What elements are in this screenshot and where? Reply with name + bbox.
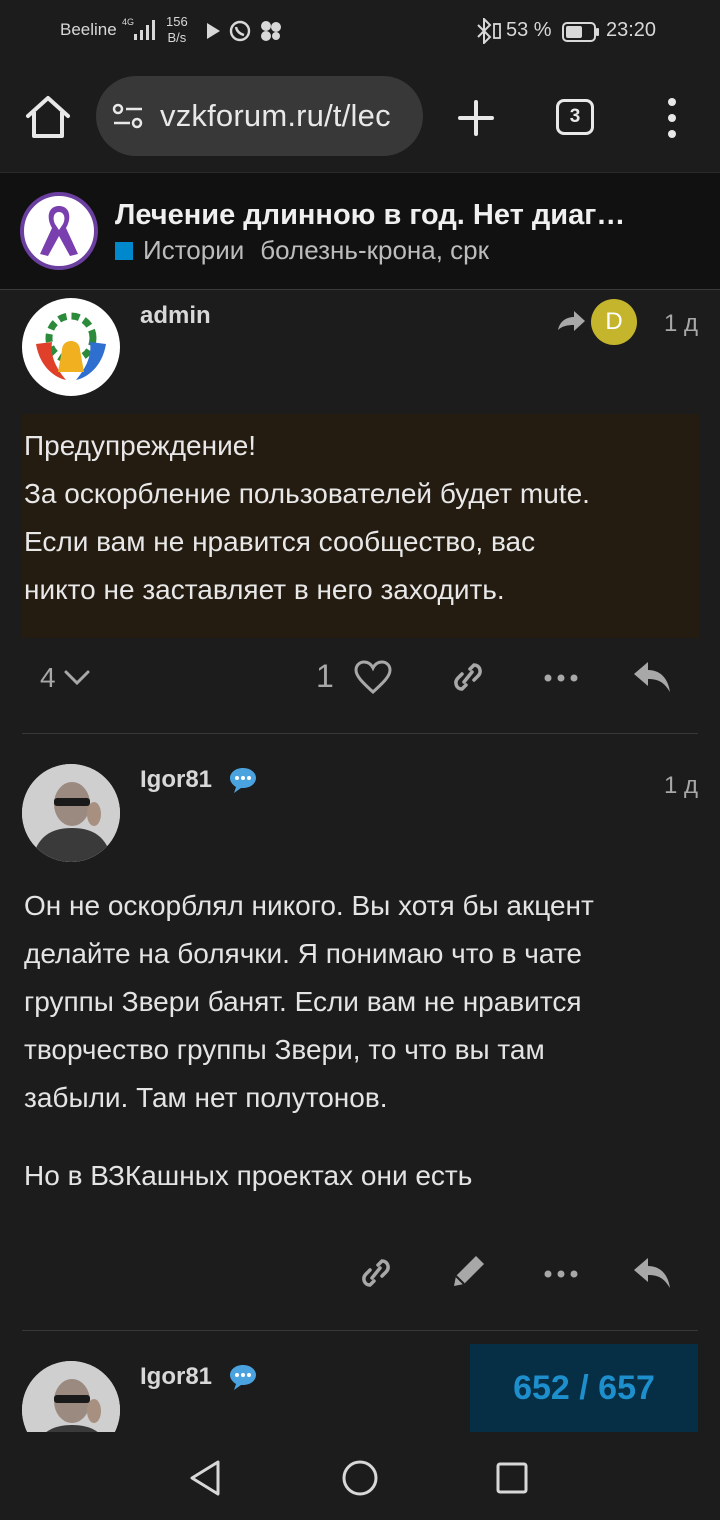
recents-square-icon[interactable] bbox=[492, 1458, 532, 1498]
post-igor81: Igor81 1 д Он не оскорблял никого. Вы хо… bbox=[0, 734, 720, 1330]
carrier-name: Beeline bbox=[60, 20, 117, 39]
avatar[interactable] bbox=[22, 764, 120, 862]
battery-percent: 53 % bbox=[506, 19, 552, 41]
reply-to-avatar[interactable]: D bbox=[591, 299, 637, 345]
clock: 23:20 bbox=[606, 19, 657, 41]
more-actions-icon[interactable] bbox=[544, 674, 578, 682]
chevron-down-icon bbox=[64, 670, 90, 686]
speed-value: 156 bbox=[166, 14, 188, 29]
system-nav-bar bbox=[0, 1432, 720, 1520]
post-text-line: За оскорбление пользователей будет mute. bbox=[24, 478, 590, 509]
post-username[interactable]: Igor81 bbox=[140, 1363, 212, 1391]
chat-bubble-icon[interactable] bbox=[228, 766, 258, 794]
post-text-line: Если вам не нравится сообщество, вас bbox=[24, 526, 536, 557]
awareness-ribbon-icon bbox=[40, 206, 78, 256]
user-photo-icon bbox=[22, 764, 120, 862]
post-text-line: забыли. Там нет полутонов. bbox=[24, 1082, 388, 1113]
site-settings-icon[interactable] bbox=[112, 102, 144, 130]
battery-icon bbox=[562, 22, 599, 42]
chat-bubble-icon[interactable] bbox=[228, 1363, 258, 1391]
post-text-line: делайте на болячки. Я понимаю что в чате bbox=[24, 938, 582, 969]
more-actions-icon[interactable] bbox=[544, 1270, 578, 1278]
avatar[interactable] bbox=[22, 298, 120, 396]
address-bar[interactable]: vzkforum.ru/t/lec bbox=[96, 76, 423, 156]
topic-header: Лечение длинною в год. Нет диаг… Истории… bbox=[0, 172, 720, 290]
network-type: 4G bbox=[122, 17, 135, 27]
status-bar: Beeline 4G 156 B/s 53 % 23:20 bbox=[0, 0, 720, 62]
like-button[interactable]: 1 bbox=[316, 658, 392, 695]
post-text-line: Он не оскорблял никого. Вы хотя бы акцен… bbox=[24, 890, 594, 921]
new-tab-icon[interactable] bbox=[456, 98, 496, 138]
post-admin: admin D 1 д Предупреждение! За оскорблен… bbox=[0, 290, 720, 730]
topic-tags[interactable]: болезнь-крона, срк bbox=[260, 235, 489, 266]
forum-logo[interactable] bbox=[20, 192, 98, 270]
warning-box: Предупреждение! За оскорбление пользоват… bbox=[22, 414, 699, 638]
like-count: 1 bbox=[316, 658, 334, 694]
post-text-line: творчество группы Звери, то что вы там bbox=[24, 1034, 545, 1065]
post-text-line: Предупреждение! bbox=[24, 430, 257, 461]
post-text-paragraph: Но в ВЗКашных проектах они есть bbox=[24, 1160, 473, 1191]
topic-title[interactable]: Лечение длинною в год. Нет диаг… bbox=[115, 199, 625, 232]
link-icon[interactable] bbox=[358, 1258, 394, 1288]
post-username[interactable]: Igor81 bbox=[140, 766, 212, 794]
category-color-badge bbox=[115, 241, 133, 260]
play-icon bbox=[207, 23, 220, 39]
heart-icon bbox=[354, 659, 392, 694]
post-text-line: никто не заставляет в него заходить. bbox=[24, 574, 505, 605]
post-actions bbox=[0, 1244, 720, 1304]
whatsapp-icon bbox=[229, 20, 251, 42]
signal-icon bbox=[134, 20, 155, 40]
edit-pencil-icon[interactable] bbox=[450, 1252, 488, 1290]
replies-count: 4 bbox=[40, 662, 56, 693]
reply-icon[interactable] bbox=[632, 660, 672, 694]
network-speed: 156 B/s bbox=[166, 14, 188, 46]
reply-icon[interactable] bbox=[632, 1256, 672, 1290]
app-icon bbox=[261, 21, 281, 41]
user-photo-icon bbox=[22, 1361, 120, 1432]
avatar[interactable] bbox=[22, 1361, 120, 1432]
bluetooth-icon bbox=[477, 18, 501, 44]
reply-to-icon[interactable] bbox=[556, 310, 586, 334]
topic-progress-button[interactable]: 652 / 657 bbox=[470, 1344, 698, 1432]
category-link[interactable]: Истории bbox=[143, 235, 244, 266]
topic-meta: Истории болезнь-крона, срк bbox=[115, 235, 489, 266]
more-options-icon[interactable] bbox=[660, 96, 684, 140]
browser-toolbar: vzkforum.ru/t/lec 3 bbox=[0, 62, 720, 172]
admin-logo-icon bbox=[36, 312, 106, 380]
home-circle-icon[interactable] bbox=[340, 1458, 380, 1498]
home-icon[interactable] bbox=[22, 92, 74, 144]
replies-toggle[interactable]: 4 bbox=[40, 662, 90, 694]
url-text: vzkforum.ru/t/lec bbox=[160, 98, 391, 133]
post-date[interactable]: 1 д bbox=[664, 772, 698, 800]
post-username[interactable]: admin bbox=[140, 302, 211, 330]
link-icon[interactable] bbox=[450, 662, 486, 692]
post-date[interactable]: 1 д bbox=[664, 310, 698, 338]
tab-switcher-button[interactable]: 3 bbox=[556, 99, 594, 135]
post-text-line: группы Звери банят. Если вам не нравится bbox=[24, 986, 582, 1017]
notification-icons bbox=[205, 20, 283, 42]
post-actions: 4 1 bbox=[0, 648, 720, 708]
back-triangle-icon[interactable] bbox=[186, 1458, 226, 1498]
post-body: Он не оскорблял никого. Вы хотя бы акцен… bbox=[24, 882, 700, 1200]
speed-unit: B/s bbox=[167, 30, 187, 45]
